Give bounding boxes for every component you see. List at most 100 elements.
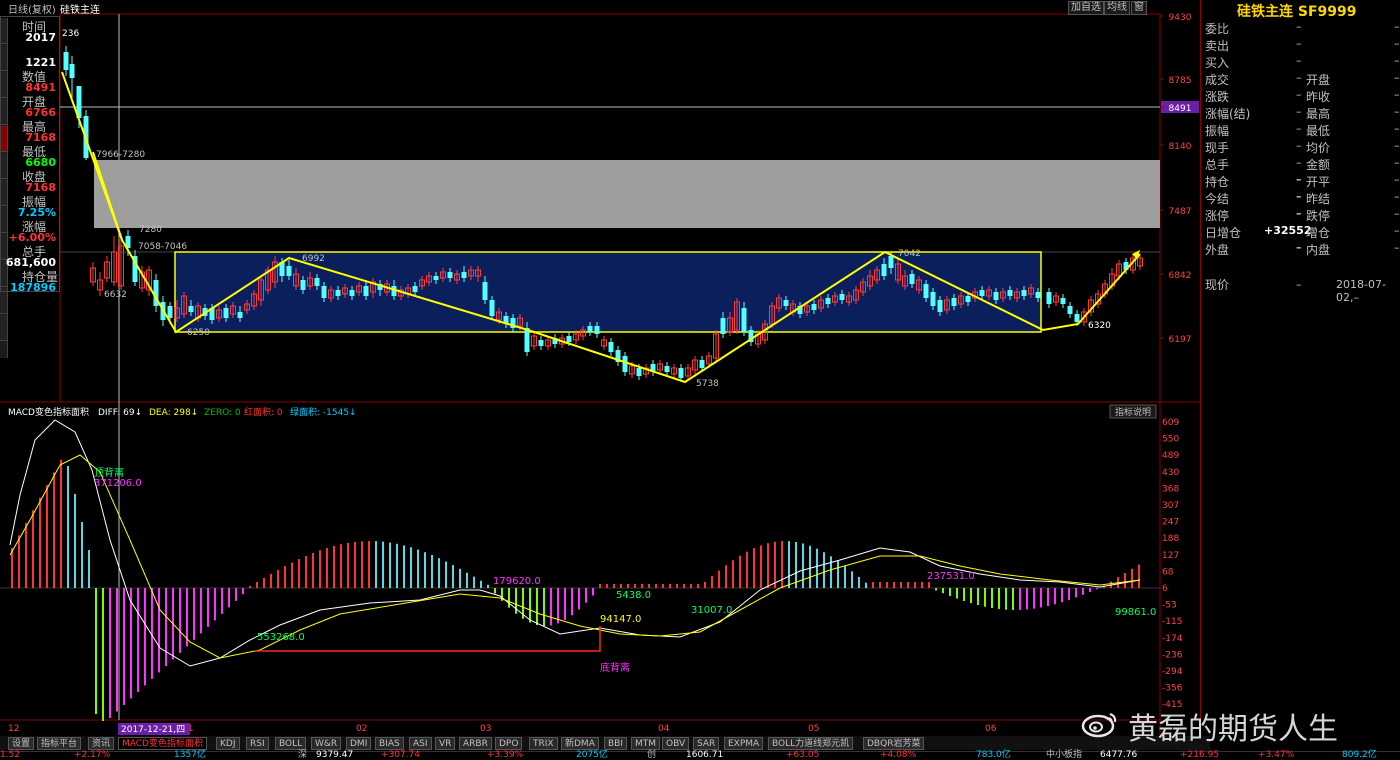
quote-label: 涨跌 [1205, 90, 1230, 104]
macd-diff: DIFF: 69↓ [98, 408, 142, 418]
info-value: 2017 [25, 31, 56, 44]
indicator-tab[interactable]: BIAS [375, 737, 404, 750]
status-item: +3.47% [1258, 750, 1295, 760]
quote-label: 金额 [1306, 158, 1331, 172]
quote-value: – [1394, 37, 1400, 50]
indicator-tab[interactable]: MTM [631, 737, 661, 750]
macd-area-label: 371206.0 [94, 478, 142, 489]
candle-body [566, 336, 572, 342]
price-annotation: 5738 [696, 379, 719, 389]
x-axis-label: 03 [480, 724, 491, 734]
indicator-tab[interactable]: SAR [693, 737, 720, 750]
macd-axis-label: 430 [1162, 468, 1179, 478]
indicator-tab[interactable]: RSI [246, 737, 269, 750]
quote-label: 涨幅(结) [1205, 107, 1251, 121]
indicator-tab[interactable]: BBI [604, 737, 628, 750]
quote-value: – [1296, 190, 1302, 203]
candle-body [979, 290, 985, 296]
left-tab[interactable] [0, 315, 7, 341]
instrument-name: 硅铁主连 [60, 5, 100, 16]
indicator-tab[interactable]: OBV [662, 737, 690, 750]
price-annotation: 6250 [187, 328, 210, 338]
candle-body [349, 290, 355, 296]
x-axis-label: 05 [808, 724, 819, 734]
status-item: 809.2亿 [1342, 750, 1377, 760]
quote-title: 硅铁主连 SF9999 [1237, 4, 1357, 20]
quote-label: 内盘 [1306, 243, 1331, 257]
quote-value: – [1394, 139, 1400, 152]
period-label[interactable]: 日线(复权) [8, 1, 56, 16]
indicator-tab[interactable]: MACD变色指标面积 [118, 737, 207, 750]
indicator-tab[interactable]: DMI [346, 737, 372, 750]
indicator-tab[interactable]: 指标平台 [37, 737, 82, 750]
candle-body [461, 272, 467, 278]
indicator-tab[interactable]: ARBR [459, 737, 492, 750]
indicator-tab[interactable]: BOLL力道线郑元凯 [768, 737, 854, 750]
indicator-tab[interactable]: KDJ [216, 737, 240, 750]
price-axis-label: 6842 [1169, 271, 1192, 281]
quote-label: 买入 [1205, 56, 1230, 70]
candle-body [720, 318, 726, 334]
indicator-tab[interactable]: EXPMA [724, 737, 764, 750]
status-item: +3.39% [487, 750, 524, 760]
candle-body [622, 356, 628, 372]
window-button[interactable]: 窗 [1131, 1, 1147, 15]
quote-label: 卖出 [1205, 39, 1230, 53]
x-axis-label: 04 [658, 724, 670, 734]
candle-body [636, 368, 642, 376]
quote-value: – [1394, 241, 1400, 254]
macd-axis-label: 6 [1162, 584, 1168, 594]
indicator-tab[interactable]: DPO [495, 737, 523, 750]
candle-body [188, 306, 194, 312]
candle-body [433, 276, 439, 280]
quote-value: – [1296, 88, 1302, 101]
indicator-tab[interactable]: 新DMA [561, 737, 599, 750]
quote-value: – [1394, 54, 1400, 67]
candle-body [524, 328, 530, 352]
indicator-tab[interactable]: DBQR岩芳菜 [863, 737, 925, 750]
now-price-label: 现价 [1205, 278, 1230, 292]
candle-body [223, 308, 229, 318]
status-item: +2.17% [74, 750, 111, 760]
quote-value: – [1394, 190, 1400, 203]
price-annotation: 6632 [104, 290, 127, 300]
quote-label: 振幅 [1205, 124, 1230, 138]
price-axis-label: 8785 [1169, 76, 1192, 86]
indicator-help-button[interactable]: 指标说明 [1115, 406, 1151, 418]
chart-canvas[interactable]: 9430 8785 8491 8140 7487 6842 6197 236 6632 7966-… [0, 0, 1400, 760]
indicator-tab[interactable]: ASI [409, 737, 432, 750]
status-item: +63.05 [786, 750, 820, 760]
add-favorite-button[interactable]: 加自选 [1068, 1, 1104, 15]
candle-body [286, 266, 292, 276]
indicator-tab[interactable]: VR [435, 737, 456, 750]
candle-body [664, 366, 670, 372]
quote-value: +32552 [1264, 224, 1312, 237]
price-axis-label: 9430 [1169, 13, 1192, 23]
macd-area-label: 5438.0 [616, 590, 651, 601]
indicator-tab[interactable]: BOLL [275, 737, 307, 750]
indicator-tab[interactable]: W&R [311, 737, 342, 750]
quote-label: 增仓 [1306, 226, 1331, 240]
candle-body [63, 52, 69, 70]
indicator-tab[interactable]: 资讯 [88, 737, 115, 750]
macd-area-label: 99861.0 [1115, 607, 1156, 618]
moving-average-button[interactable]: 均线 [1104, 1, 1130, 15]
indicator-tab[interactable]: 设置 [8, 737, 35, 750]
candle-body [1074, 314, 1080, 322]
quote-label: 委比 [1205, 22, 1230, 36]
candle-body [993, 292, 999, 300]
candle-body [335, 290, 341, 296]
status-item: 6477.76 [1100, 750, 1138, 760]
macd-axis-label: 368 [1162, 484, 1179, 494]
indicator-tab[interactable]: TRIX [529, 737, 558, 750]
macd-axis-label: -53 [1162, 601, 1177, 611]
quote-label: 成交 [1205, 73, 1230, 87]
divergence-marker [255, 626, 601, 652]
candle-body [489, 300, 495, 316]
candle-body [237, 312, 243, 318]
price-annotation: 6992 [302, 254, 325, 264]
quote-value: – [1296, 173, 1302, 186]
quote-label: 日增仓 [1205, 226, 1242, 240]
price-axis-label: 7487 [1169, 207, 1192, 217]
macd-red-area: 红面积: 0 [244, 406, 283, 418]
